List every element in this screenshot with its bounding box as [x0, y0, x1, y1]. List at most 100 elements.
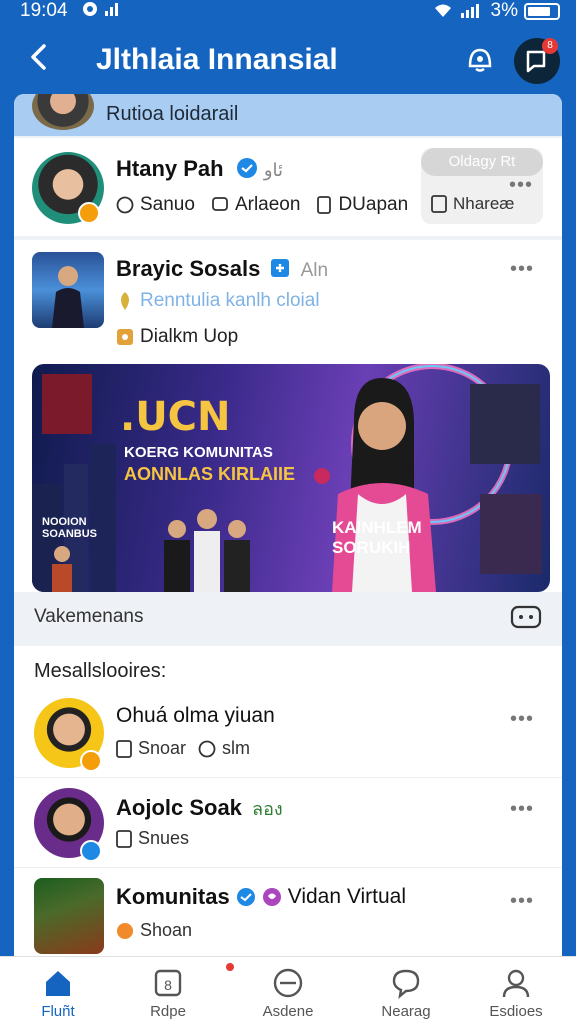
verified-icon — [236, 888, 255, 906]
featured-avatar[interactable] — [32, 252, 104, 328]
banner-right-label: KAINHLEM SORUKIH — [332, 518, 422, 557]
verified-badge — [78, 202, 100, 224]
doc-icon — [116, 829, 132, 848]
profile-name: Htany Pah ئاو — [116, 156, 284, 181]
back-button[interactable] — [28, 42, 48, 78]
featured-tag: Aln — [300, 260, 329, 281]
community-strip[interactable]: Rutioa loidarail — [14, 94, 562, 136]
list-extra: ลอง — [252, 799, 283, 819]
circle-icon — [198, 740, 216, 757]
status-left-icons — [82, 1, 122, 17]
chevron-left-icon — [31, 44, 46, 70]
list-badge — [80, 750, 102, 772]
list-item[interactable]: Ohuá olma yiuan Snoar slm ••• — [14, 690, 562, 778]
app-bar: Jlthlaia Innansial 8 — [0, 26, 576, 94]
page-title: Jlthlaia Innansial — [96, 43, 338, 76]
list-item[interactable]: Aojolc Soak ลอง Snues ••• — [14, 780, 562, 868]
battery-icon — [524, 2, 560, 20]
list-name: Aojolc Soak ลอง — [116, 795, 283, 820]
heart-icon — [262, 888, 281, 906]
featured-meta: Dialkm Uop — [116, 326, 238, 348]
banner-left-label: NOOION SOANBUS — [42, 516, 98, 540]
svg-text:8: 8 — [164, 977, 172, 993]
list-name: Komunitas Vidan Virtual — [116, 884, 406, 909]
flag-icon — [271, 259, 290, 277]
chat-outline-icon — [212, 197, 228, 211]
nav-profile-label: Esdioes — [489, 1003, 543, 1020]
nav-third-label: Asdene — [262, 1003, 314, 1020]
banner-headline: .UCN — [120, 394, 231, 440]
bottom-nav: Fluñt 8 Rdpe Asdene Nearag Esdioes — [0, 956, 576, 1024]
overlay-meta: Nhareæ — [431, 194, 514, 214]
profile-card[interactable]: Htany Pah ئاو Sanuo Arlaeon DUapan Oldag… — [14, 138, 562, 236]
nav-fourth-label: Nearag — [381, 1003, 431, 1020]
document-icon — [317, 196, 332, 214]
home-icon — [46, 971, 70, 996]
list-item[interactable]: Komunitas Vidan Virtual Shoan ••• — [14, 870, 562, 956]
nav-profile[interactable]: Esdioes — [466, 957, 566, 1024]
status-time: 19:04 — [20, 0, 68, 21]
meta-item-1: Sanuo — [116, 194, 195, 216]
meta-item-3: DUapan — [316, 194, 408, 216]
nav-second[interactable]: 8 Rdpe — [118, 957, 218, 1024]
orange-dot-icon — [117, 922, 133, 939]
list-avatar[interactable] — [34, 878, 104, 954]
help-icon — [431, 195, 447, 213]
leaf-icon — [121, 292, 129, 310]
nav-third-dot — [226, 963, 234, 971]
person-icon — [502, 969, 530, 998]
list-extra: Vidan Virtual — [287, 885, 406, 908]
nav-home[interactable]: Fluñt — [8, 957, 108, 1024]
profile-name-suffix: ئاو — [263, 160, 284, 180]
banner-footer[interactable]: Vakemenans — [14, 592, 562, 644]
calendar-icon: 8 — [154, 969, 182, 997]
cell-signal-icon — [460, 4, 479, 18]
profile-overlay-panel[interactable]: Oldagy Rt ••• Nhareæ — [421, 148, 543, 224]
featured-subtitle: Renntulia kanlh cloial — [116, 290, 320, 312]
nav-third[interactable]: Asdene — [226, 957, 338, 1024]
featured-banner[interactable]: .UCN KOERG KOMUNITAS AONNLAS KIRLAIIE NO… — [32, 364, 550, 592]
banner-footer-label: Vakemenans — [34, 606, 144, 627]
battery-percent: 3% — [490, 0, 518, 21]
strip-label: Rutioa loidarail — [106, 103, 239, 125]
doc-icon — [116, 739, 132, 758]
banner-line-2: AONNLAS KIRLAIIE — [124, 464, 295, 484]
list-meta: Snues — [116, 828, 189, 849]
featured-more-icon[interactable]: ••• — [510, 258, 534, 281]
strip-avatar — [32, 94, 94, 130]
list-more-icon[interactable]: ••• — [510, 708, 534, 731]
notification-badge: 8 — [542, 38, 558, 54]
list-name: Ohuá olma yiuan — [116, 704, 275, 727]
wifi-icon — [434, 4, 451, 17]
status-right-icons: 3% — [433, 0, 560, 22]
featured-avatar-figure — [52, 266, 84, 328]
feed-content[interactable]: Rutioa loidarail Htany Pah ئاو Sanuo Arl… — [14, 94, 562, 956]
list-badge — [80, 840, 102, 862]
chat-badge-icon — [117, 329, 133, 345]
alert-shield-icon — [468, 48, 492, 72]
profile-meta-row: Sanuo Arlaeon DUapan — [116, 194, 408, 216]
minus-circle-icon — [273, 968, 303, 998]
overlay-pill[interactable]: Oldagy Rt — [421, 148, 543, 176]
gamepad-icon[interactable] — [510, 604, 542, 630]
status-bar: 19:04 3% — [0, 0, 576, 26]
list-more-icon[interactable]: ••• — [510, 798, 534, 821]
list-more-icon[interactable]: ••• — [510, 890, 534, 913]
chat-bubble-icon — [392, 969, 420, 999]
section-title: Mesallslooires: — [34, 660, 167, 682]
list-meta: Snoar slm — [116, 738, 250, 759]
list-meta: Shoan — [116, 920, 192, 941]
nav-fourth[interactable]: Nearag — [356, 957, 456, 1024]
signal-icon — [105, 3, 118, 16]
featured-card[interactable]: Brayic Sosals Aln ••• Renntulia kanlh cl… — [14, 240, 562, 640]
messages-button[interactable]: 8 — [514, 38, 560, 84]
verified-icon — [236, 158, 257, 178]
smile-icon — [116, 196, 134, 214]
meta-item-2: Arlaeon — [211, 194, 300, 216]
banner-line-1: KOERG KOMUNITAS — [124, 444, 273, 461]
notification-icon — [83, 2, 97, 16]
featured-name: Brayic Sosals Aln — [116, 256, 329, 281]
nav-second-label: Rdpe — [150, 1003, 186, 1020]
community-button[interactable] — [464, 44, 496, 76]
section-list: Mesallslooires: Ohuá olma yiuan Snoar sl… — [14, 646, 562, 956]
